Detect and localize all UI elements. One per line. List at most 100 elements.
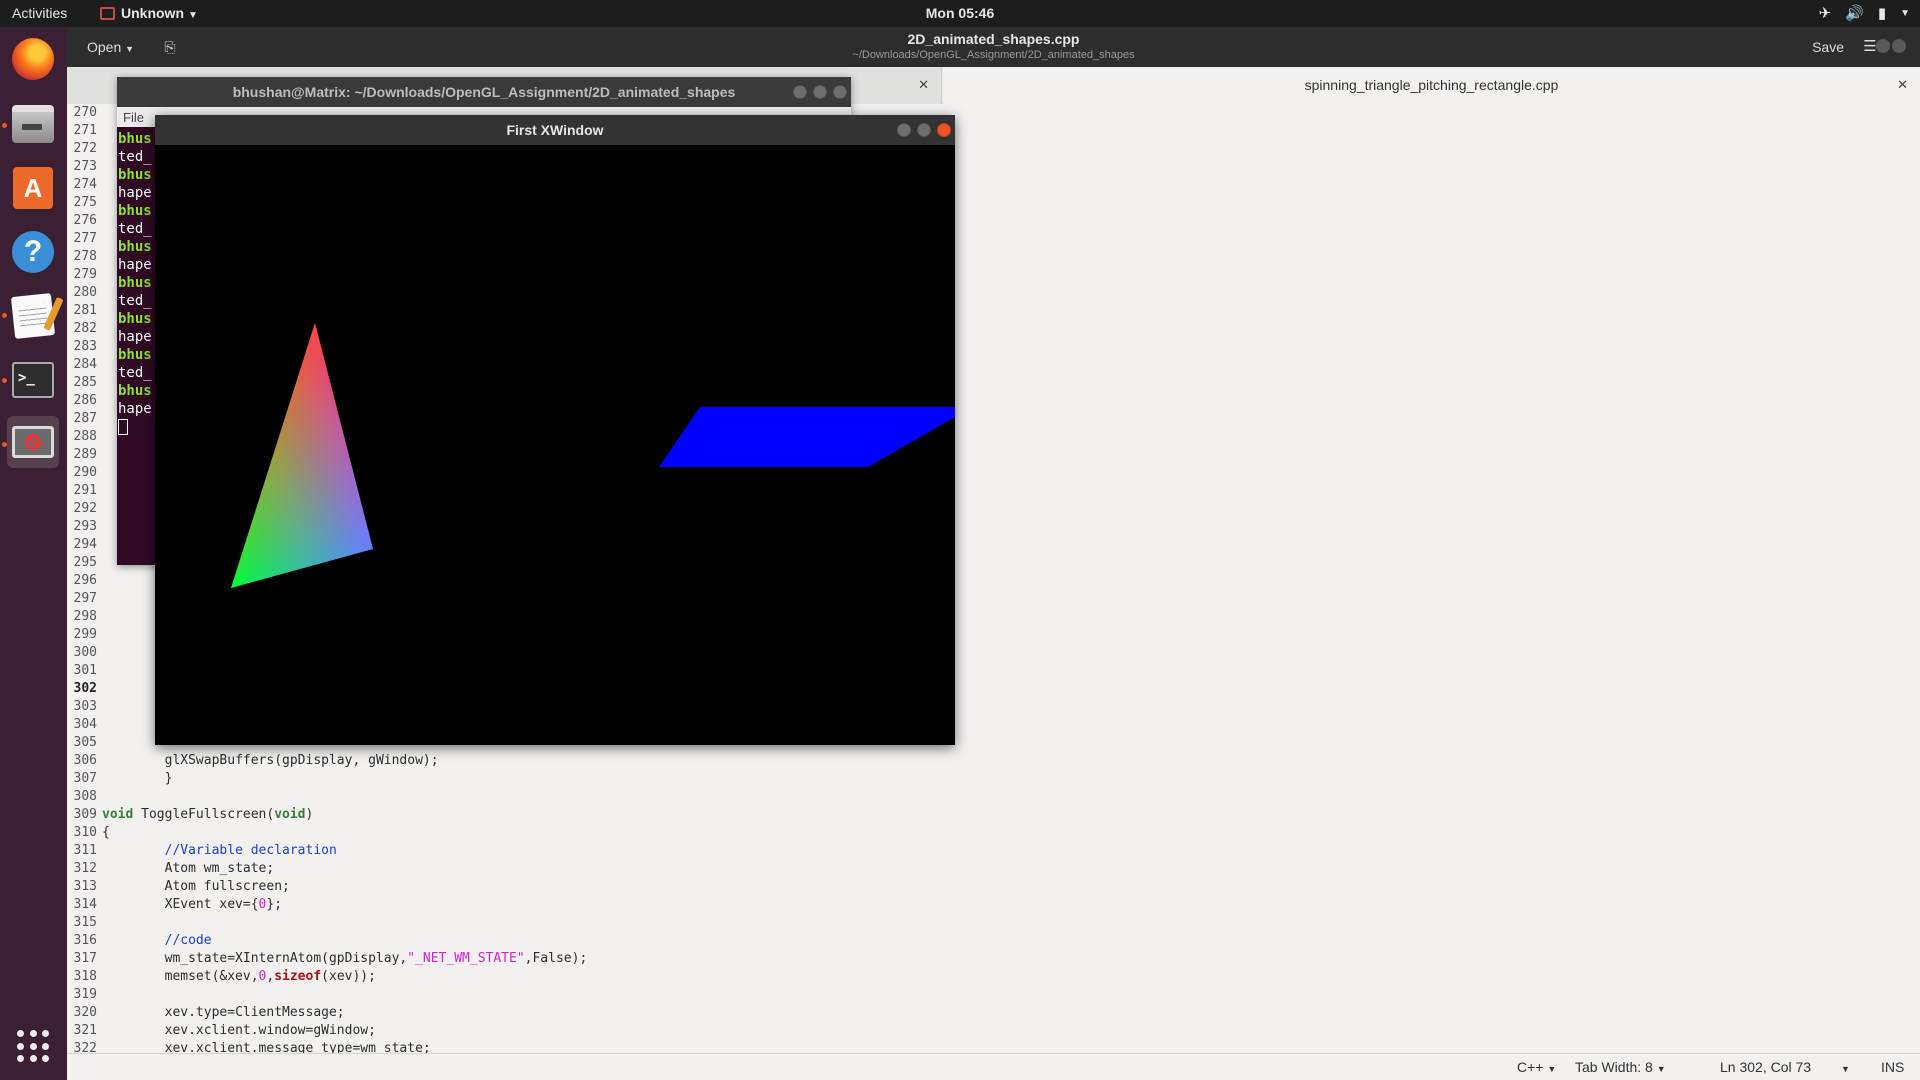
- code-line: wm_state=XInternAtom(gpDisplay,"_NET_WM_…: [102, 951, 588, 966]
- dock: A ? >_: [0, 27, 67, 1080]
- line-number: 294: [73, 537, 97, 552]
- line-number: 296: [73, 573, 97, 588]
- terminal-titlebar[interactable]: bhushan@Matrix: ~/Downloads/OpenGL_Assig…: [117, 77, 851, 107]
- close-icon[interactable]: ✕: [1897, 77, 1908, 93]
- code-line: XEvent xev={0};: [102, 897, 283, 912]
- app-icon: [100, 7, 115, 20]
- dock-files[interactable]: [7, 98, 59, 150]
- line-number: 271: [73, 123, 97, 138]
- line-number: 302: [73, 681, 97, 696]
- line-number: 280: [73, 285, 97, 300]
- line-number: 292: [73, 501, 97, 516]
- line-number: 309: [73, 807, 97, 822]
- dock-ubuntu-software[interactable]: A: [7, 162, 59, 214]
- line-number-gutter: 270 271 272 273 274 275 276 277 278 279 280 281 282 2…: [67, 104, 100, 1053]
- line-number: 288: [73, 429, 97, 444]
- tab-spinning-triangle[interactable]: spinning_triangle_pitching_rectangle.cpp…: [943, 67, 1920, 104]
- line-number: 279: [73, 267, 97, 282]
- opengl-canvas[interactable]: [155, 145, 955, 745]
- line-number: 274: [73, 177, 97, 192]
- battery-icon: ▮: [1877, 5, 1887, 22]
- code-line: void ToggleFullscreen(void): [102, 807, 314, 822]
- line-number: 322: [73, 1041, 97, 1053]
- system-tray[interactable]: ✈ 🔊 ▮ ▼: [1819, 0, 1910, 27]
- files-icon: [12, 105, 54, 143]
- line-number: 291: [73, 483, 97, 498]
- top-bar: Activities Unknown ▼ Mon 05:46 ✈ 🔊 ▮ ▼: [0, 0, 1920, 27]
- help-icon: ?: [12, 231, 54, 273]
- code-line: {: [102, 825, 110, 840]
- spinning-triangle: [231, 323, 373, 588]
- minimize-button[interactable]: [897, 123, 911, 137]
- dock-blocked-app[interactable]: [7, 416, 59, 468]
- xwindow-titlebar[interactable]: First XWindow: [155, 115, 955, 145]
- cursor-position[interactable]: Ln 302, Col 73 ▼: [1720, 1059, 1850, 1075]
- save-button[interactable]: Save: [1802, 35, 1854, 59]
- tab-label: spinning_triangle_pitching_rectangle.cpp: [1304, 77, 1559, 93]
- maximize-button[interactable]: [813, 85, 827, 99]
- dock-terminal[interactable]: >_: [7, 354, 59, 406]
- show-applications-button[interactable]: [17, 1030, 50, 1063]
- code-line: Atom fullscreen;: [164, 879, 290, 894]
- line-number: 319: [73, 987, 97, 1002]
- line-number: 300: [73, 645, 97, 660]
- line-number: 297: [73, 591, 97, 606]
- line-number: 310: [73, 825, 97, 840]
- line-number: 320: [73, 1005, 97, 1020]
- dock-help[interactable]: ?: [7, 226, 59, 278]
- tab-width-selector[interactable]: Tab Width: 8 ▼: [1575, 1059, 1666, 1075]
- code-line: xev.xclient.window=gWindow;: [164, 1023, 376, 1038]
- language-label: C++: [1517, 1059, 1544, 1075]
- line-number: 305: [73, 735, 97, 750]
- chevron-down-icon: ▼: [188, 10, 198, 21]
- line-number: 284: [73, 357, 97, 372]
- tab-width-label: Tab Width: 8: [1575, 1059, 1653, 1075]
- app-menu-label: Unknown: [121, 5, 184, 21]
- line-number: 299: [73, 627, 97, 642]
- software-icon: A: [13, 167, 53, 209]
- clock[interactable]: Mon 05:46: [0, 0, 1920, 27]
- menu-file[interactable]: File: [123, 110, 144, 125]
- close-icon[interactable]: ✕: [918, 77, 929, 93]
- minimize-button[interactable]: [1876, 39, 1890, 53]
- line-number: 301: [73, 663, 97, 678]
- cursor-position-label: Ln 302, Col 73: [1720, 1059, 1812, 1075]
- line-number: 295: [73, 555, 97, 570]
- line-number: 281: [73, 303, 97, 318]
- line-number: 270: [73, 105, 97, 120]
- close-button[interactable]: [937, 123, 951, 137]
- line-number: 273: [73, 159, 97, 174]
- blocked-app-icon: [12, 426, 54, 458]
- line-number: 312: [73, 861, 97, 876]
- dock-firefox[interactable]: [7, 33, 59, 85]
- line-number: 278: [73, 249, 97, 264]
- xwindow[interactable]: First XWindow: [155, 115, 955, 745]
- line-number: 276: [73, 213, 97, 228]
- line-number: 304: [73, 717, 97, 732]
- line-number: 321: [73, 1023, 97, 1038]
- code-line: glXSwapBuffers(gpDisplay, gWindow);: [164, 753, 439, 768]
- close-button[interactable]: [833, 85, 847, 99]
- line-number: 317: [73, 951, 97, 966]
- line-number: 286: [73, 393, 97, 408]
- line-number: 318: [73, 969, 97, 984]
- activities-button[interactable]: Activities: [12, 0, 67, 27]
- chevron-down-icon: ▼: [1900, 8, 1910, 19]
- maximize-button[interactable]: [917, 123, 931, 137]
- xwindow-title: First XWindow: [506, 122, 604, 138]
- language-selector[interactable]: C++ ▼: [1517, 1059, 1556, 1075]
- dock-text-editor[interactable]: [7, 290, 59, 342]
- document-path: ~/Downloads/OpenGL_Assignment/2D_animate…: [852, 49, 1135, 61]
- line-number: 285: [73, 375, 97, 390]
- app-menu[interactable]: Unknown ▼: [100, 0, 198, 27]
- text-editor-icon: [10, 293, 56, 339]
- line-number: 313: [73, 879, 97, 894]
- line-number: 298: [73, 609, 97, 624]
- code-line: Atom wm_state;: [164, 861, 275, 876]
- line-number: 277: [73, 231, 97, 246]
- line-number: 282: [73, 321, 97, 336]
- minimize-button[interactable]: [793, 85, 807, 99]
- maximize-button[interactable]: [1892, 39, 1906, 53]
